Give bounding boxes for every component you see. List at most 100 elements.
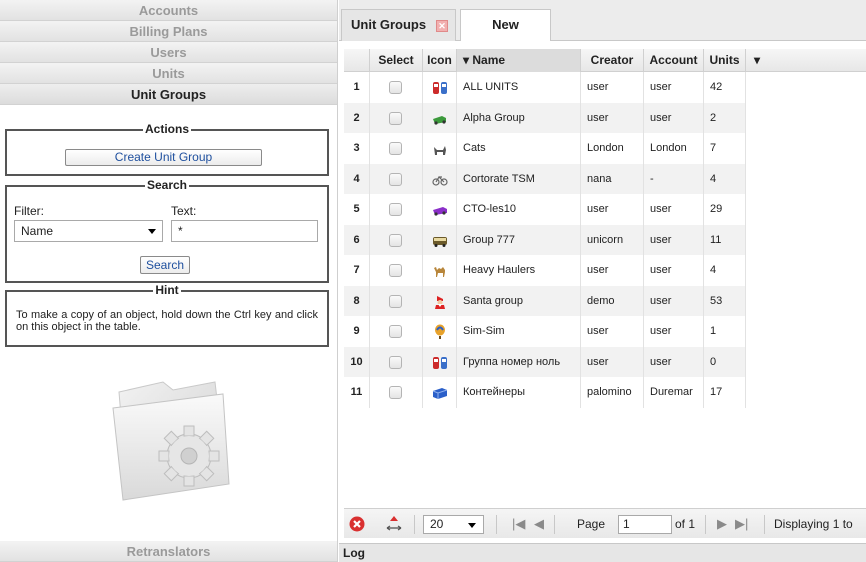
name-cell[interactable]: Группа номер ноль <box>457 346 581 377</box>
table-row[interactable]: 3 Cats London London 7 <box>344 133 746 164</box>
name-cell[interactable]: ALL UNITS <box>457 72 581 103</box>
search-text-input[interactable]: * <box>171 220 318 242</box>
select-cell <box>370 316 423 347</box>
units-cell: 7 <box>704 133 746 164</box>
units-cell: 1 <box>704 316 746 347</box>
name-cell[interactable]: Cortorate TSM <box>457 163 581 194</box>
hint-title: Hint <box>153 283 181 297</box>
next-page-icon[interactable]: ▶ <box>717 509 727 539</box>
santa-icon <box>435 295 445 309</box>
units-cell: 29 <box>704 194 746 225</box>
select-cell <box>370 346 423 377</box>
header-account[interactable]: Account <box>644 49 704 72</box>
select-cell <box>370 194 423 225</box>
chevron-down-icon: ▾ <box>753 53 761 67</box>
row-checkbox[interactable] <box>389 294 402 308</box>
account-cell: Duremar <box>644 377 704 408</box>
units-cell: 4 <box>704 163 746 194</box>
icon-cell <box>423 316 457 347</box>
accordion-retranslators[interactable]: Retranslators <box>0 541 337 562</box>
accordion-users[interactable]: Users <box>0 42 337 63</box>
creator-cell: user <box>581 255 644 286</box>
row-checkbox[interactable] <box>389 355 402 369</box>
log-panel-header[interactable]: Log <box>339 543 866 562</box>
row-number: 9 <box>344 316 370 347</box>
account-cell: user <box>644 316 704 347</box>
column-width-icon[interactable] <box>385 515 403 533</box>
select-cell <box>370 163 423 194</box>
name-cell[interactable]: CTO-les10 <box>457 194 581 225</box>
close-icon[interactable]: ✕ <box>436 20 448 32</box>
chevron-down-icon <box>468 523 476 528</box>
header-select[interactable]: Select <box>370 49 423 72</box>
accordion-billing-plans[interactable]: Billing Plans <box>0 21 337 42</box>
page-number-input[interactable]: 1 <box>618 515 672 534</box>
table-row[interactable]: 11 Контейнеры palomino Duremar 17 <box>344 377 746 408</box>
row-checkbox[interactable] <box>389 233 402 247</box>
page-size-select[interactable]: 20 <box>423 515 484 534</box>
header-icon[interactable]: Icon <box>423 49 457 72</box>
select-cell <box>370 285 423 316</box>
prev-page-icon[interactable]: ◀ <box>534 509 544 539</box>
table-row[interactable]: 1 ALL UNITS user user 42 <box>344 72 746 103</box>
tab-new[interactable]: New <box>460 9 551 41</box>
creator-cell: demo <box>581 285 644 316</box>
header-name[interactable]: ▾ Name <box>457 49 581 72</box>
column-menu-button[interactable]: ▾ <box>746 49 768 72</box>
name-cell[interactable]: Sim-Sim <box>457 316 581 347</box>
name-cell[interactable]: Group 777 <box>457 224 581 255</box>
table-row[interactable]: 9 Sim-Sim user user 1 <box>344 316 746 347</box>
row-checkbox[interactable] <box>389 111 402 125</box>
header-creator[interactable]: Creator <box>581 49 644 72</box>
row-checkbox[interactable] <box>389 203 402 216</box>
row-number: 7 <box>344 255 370 286</box>
delete-icon[interactable] <box>349 516 365 532</box>
pager-toolbar: 20 |◀ ◀ Page 1 of 1 ▶ ▶| Displaying 1 to… <box>344 508 866 561</box>
accordion-units[interactable]: Units <box>0 63 337 84</box>
row-number: 2 <box>344 102 370 133</box>
name-cell[interactable]: Alpha Group <box>457 102 581 133</box>
row-checkbox[interactable] <box>389 172 402 186</box>
row-checkbox[interactable] <box>389 264 402 277</box>
first-page-icon[interactable]: |◀ <box>512 509 525 539</box>
text-label: Text: <box>171 204 197 218</box>
table-row[interactable]: 2 Alpha Group user user 2 <box>344 102 746 133</box>
select-cell <box>370 102 423 133</box>
search-button[interactable]: Search <box>140 256 190 274</box>
units-cell: 2 <box>704 102 746 133</box>
header-units[interactable]: Units <box>704 49 746 72</box>
table-row[interactable]: 5 CTO-les10 user user 29 <box>344 194 746 225</box>
table-row[interactable]: 6 Group 777 unicorn user 11 <box>344 224 746 255</box>
select-cell <box>370 133 423 164</box>
name-cell[interactable]: Cats <box>457 133 581 164</box>
table-row[interactable]: 4 Cortorate TSM nana -4 <box>344 163 746 194</box>
row-number: 11 <box>344 377 370 408</box>
units-cell: 17 <box>704 377 746 408</box>
row-checkbox[interactable] <box>389 81 402 94</box>
account-cell: user <box>644 72 704 103</box>
accordion-unit-groups[interactable]: Unit Groups <box>0 84 337 105</box>
last-page-icon[interactable]: ▶| <box>735 509 748 539</box>
name-cell[interactable]: Heavy Haulers <box>457 255 581 286</box>
table-row[interactable]: 8 Santa group demo user 53 <box>344 285 746 316</box>
row-checkbox[interactable] <box>389 386 402 399</box>
accordion-accounts[interactable]: Accounts <box>0 0 337 21</box>
row-checkbox[interactable] <box>389 325 402 338</box>
account-cell: user <box>644 255 704 286</box>
row-checkbox[interactable] <box>389 142 402 155</box>
create-unit-group-button[interactable]: Create Unit Group <box>65 149 262 166</box>
red-cars-icon <box>433 356 447 369</box>
filter-select[interactable]: Name <box>14 220 163 242</box>
table-row[interactable]: 7 Heavy Haulers user user 4 <box>344 255 746 286</box>
table-row[interactable]: 10 Группа номер ноль user user 0 <box>344 346 746 377</box>
icon-cell <box>423 255 457 286</box>
name-cell[interactable]: Контейнеры <box>457 377 581 408</box>
tab-unit-groups[interactable]: Unit Groups ✕ <box>341 9 456 41</box>
chevron-down-icon <box>148 229 156 234</box>
page-count-label: of 1 <box>675 517 696 531</box>
account-cell: - <box>644 163 704 194</box>
actions-group: Actions Create Unit Group <box>5 122 329 176</box>
name-cell[interactable]: Santa group <box>457 285 581 316</box>
account-cell: user <box>644 285 704 316</box>
folder-gear-icon <box>112 381 230 501</box>
